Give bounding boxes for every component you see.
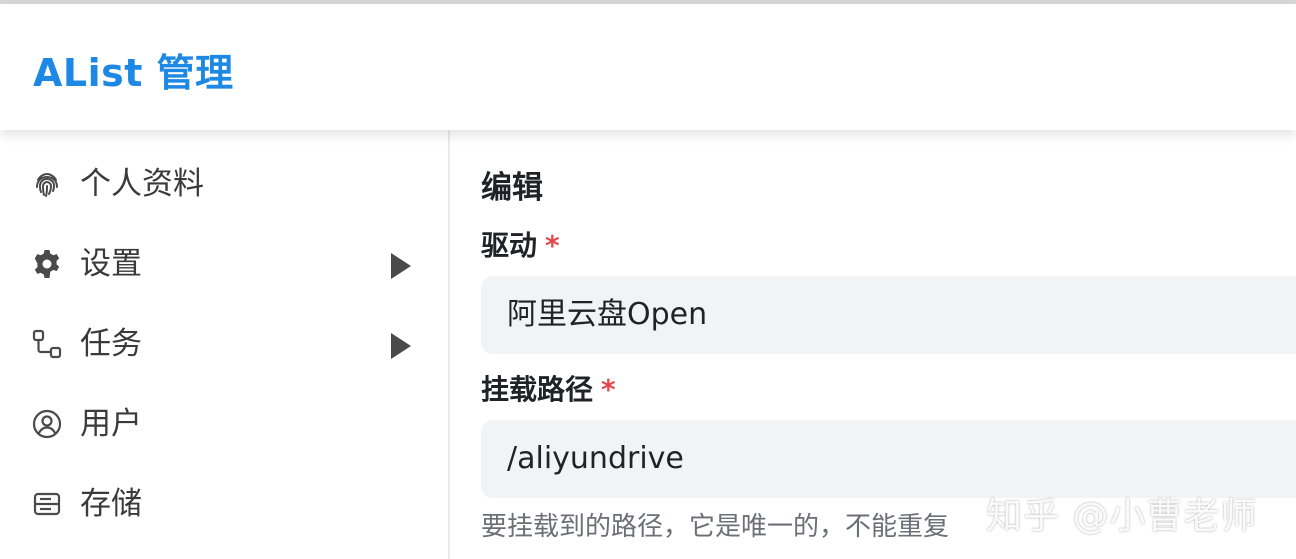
mount-path-label-text: 挂载路径 <box>481 373 594 406</box>
storage-icon <box>31 488 63 520</box>
driver-select[interactable]: 阿里云盘Open <box>481 276 1296 354</box>
sidebar-item-profile[interactable]: 个人资料 <box>0 152 448 216</box>
driver-label: 驱动 * <box>481 228 560 264</box>
expand-arrow-icon[interactable] <box>389 252 413 280</box>
mount-path-label: 挂载路径 * <box>481 372 616 408</box>
app-title[interactable]: AList 管理 <box>33 42 234 97</box>
sidebar-item-label: 任务 <box>80 326 142 362</box>
driver-label-text: 驱动 <box>481 229 538 262</box>
sidebar: 个人资料 设置 任务 用户 存储 <box>0 130 448 559</box>
workflow-icon <box>31 328 63 360</box>
gear-icon <box>31 248 63 280</box>
sidebar-item-label: 个人资料 <box>80 166 204 202</box>
sidebar-item-tasks[interactable]: 任务 <box>0 312 448 376</box>
user-circle-icon <box>31 408 63 440</box>
app-header: AList 管理 <box>0 4 1296 130</box>
mount-path-helper-text: 要挂载到的路径，它是唯一的，不能重复 <box>481 512 950 542</box>
sidebar-item-label: 用户 <box>80 406 142 442</box>
watermark: 知乎 @小曹老师 <box>986 496 1258 537</box>
sidebar-item-label: 设置 <box>80 246 142 282</box>
fingerprint-icon <box>31 168 63 200</box>
required-mark: * <box>545 229 560 262</box>
sidebar-item-settings[interactable]: 设置 <box>0 232 448 296</box>
sidebar-item-label: 存储 <box>80 486 142 522</box>
expand-arrow-icon[interactable] <box>389 332 413 360</box>
required-mark: * <box>601 373 616 406</box>
page-title: 编辑 <box>481 170 543 206</box>
sidebar-item-storage[interactable]: 存储 <box>0 472 448 536</box>
sidebar-item-users[interactable]: 用户 <box>0 392 448 456</box>
